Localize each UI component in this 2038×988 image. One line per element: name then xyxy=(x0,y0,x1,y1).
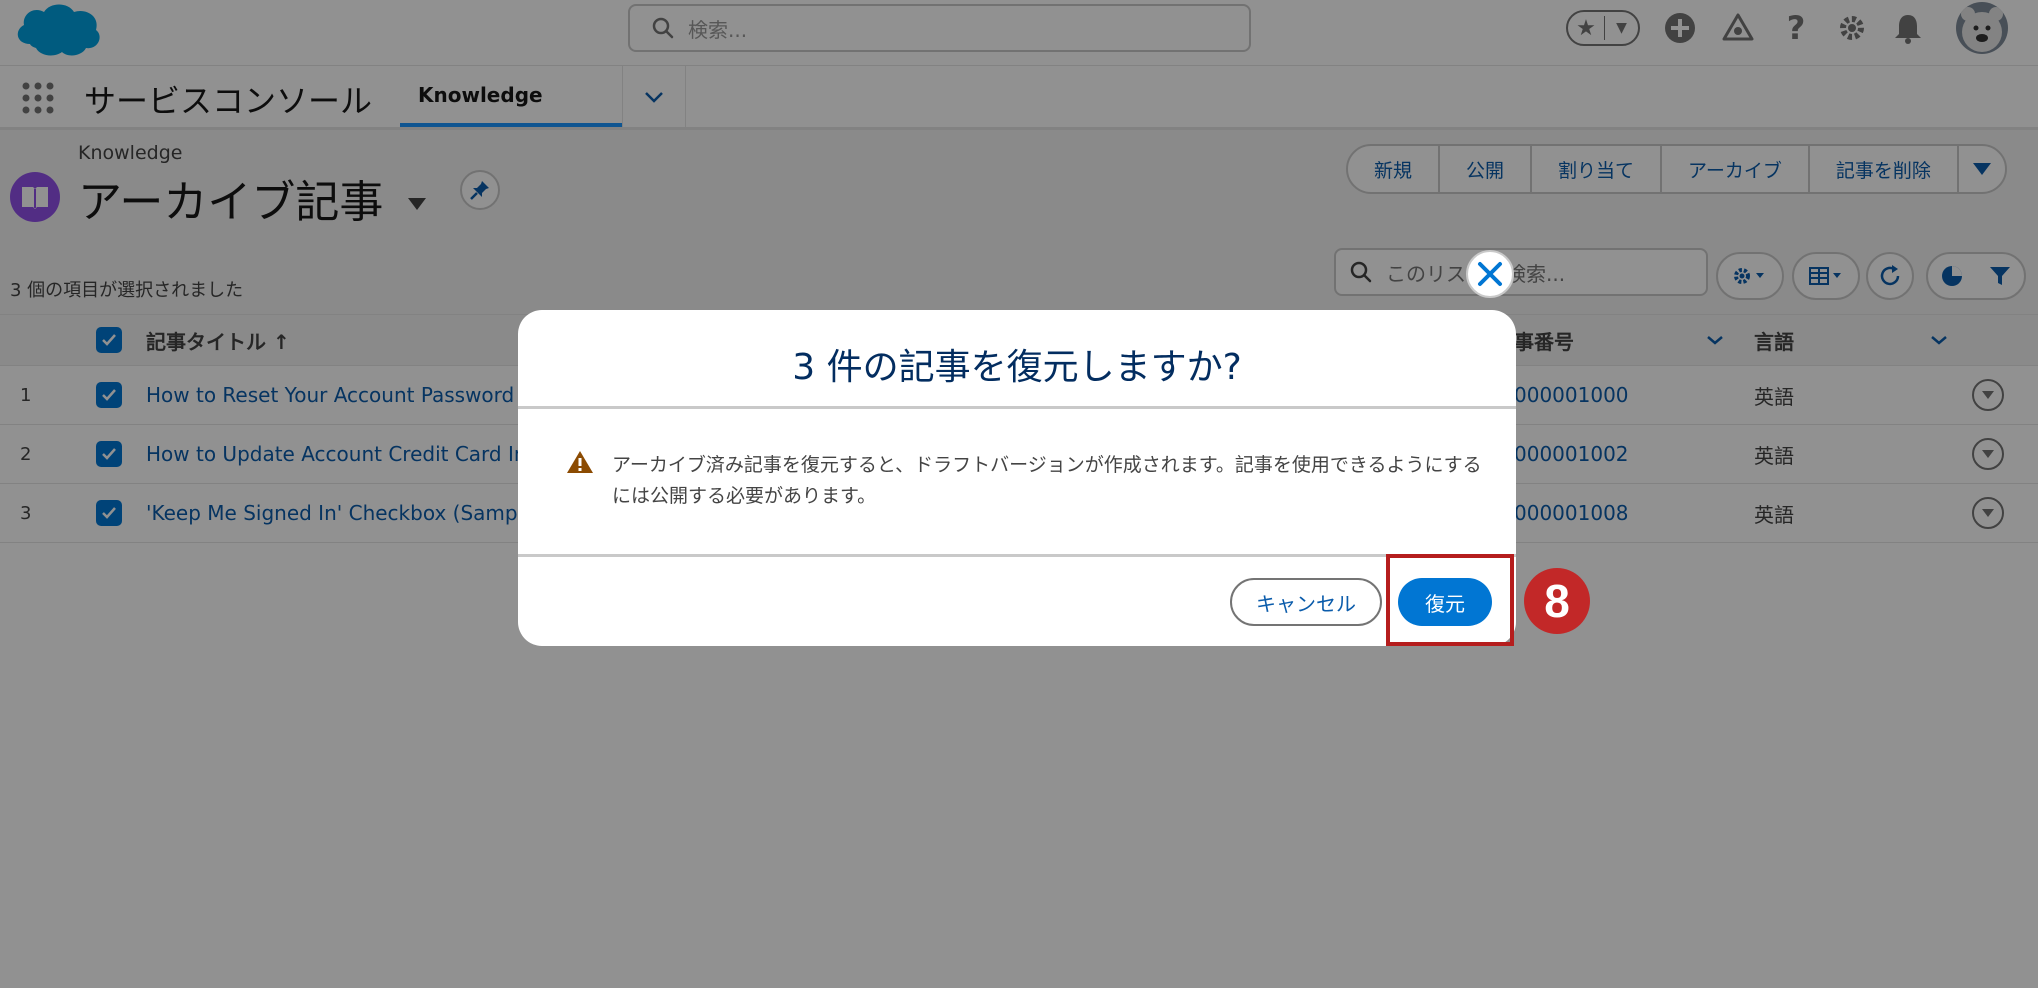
modal-title: 3 件の記事を復元しますか? xyxy=(792,347,1242,388)
close-icon xyxy=(1478,262,1502,286)
highlight-box xyxy=(1386,554,1514,646)
modal-footer-divider xyxy=(518,554,1516,557)
restore-articles-modal: 3 件の記事を復元しますか? アーカイブ済み記事を復元すると、ドラフトバージョン… xyxy=(518,310,1516,646)
modal-message: アーカイブ済み記事を復元すると、ドラフトバージョンが作成されます。記事を使用でき… xyxy=(612,454,1482,507)
modal-header-divider xyxy=(518,406,1516,409)
warning-icon xyxy=(567,451,593,473)
close-modal-button[interactable] xyxy=(1466,250,1514,298)
cancel-button[interactable]: キャンセル xyxy=(1230,578,1382,626)
step-number-badge: 8 xyxy=(1524,568,1590,634)
